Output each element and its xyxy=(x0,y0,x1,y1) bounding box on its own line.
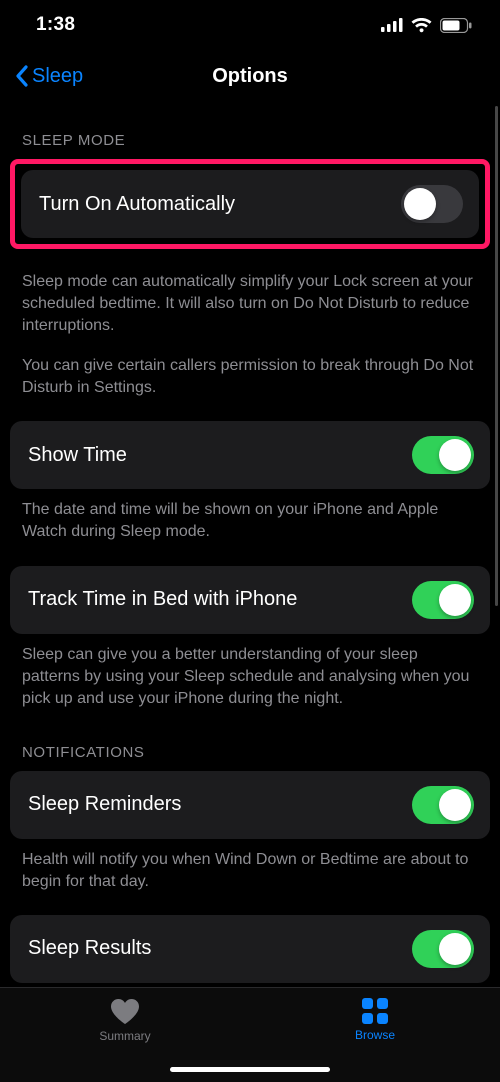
page-title: Options xyxy=(212,65,288,88)
tab-browse[interactable]: Browse xyxy=(250,998,500,1042)
home-indicator[interactable] xyxy=(170,1067,330,1072)
row-label: Sleep Reminders xyxy=(28,793,181,816)
section-header-sleep-mode: SLEEP MODE xyxy=(0,132,500,159)
status-bar: 1:38 xyxy=(0,0,500,50)
row-sleep-results[interactable]: Sleep Results xyxy=(10,915,490,983)
chevron-left-icon xyxy=(14,64,30,88)
highlighted-row-frame: Turn On Automatically xyxy=(10,159,490,249)
caption-text: The date and time will be shown on your … xyxy=(0,489,500,543)
switch-sleep-reminders[interactable] xyxy=(412,786,474,824)
caption-text: Sleep can give you a better understandin… xyxy=(0,634,500,710)
screen: 1:38 xyxy=(0,0,500,1082)
row-label: Sleep Results xyxy=(28,937,151,960)
caption-text: Health will notify you when Wind Down or… xyxy=(0,839,500,893)
row-turn-on-automatically[interactable]: Turn On Automatically xyxy=(21,170,479,238)
caption-text: You can give certain callers permission … xyxy=(0,337,500,399)
cellular-icon xyxy=(381,18,403,32)
tab-summary[interactable]: Summary xyxy=(0,998,250,1043)
content-inner: SLEEP MODE Turn On Automatically Sleep m… xyxy=(0,102,500,987)
switch-track-time-in-bed[interactable] xyxy=(412,581,474,619)
back-button[interactable]: Sleep xyxy=(14,64,83,88)
switch-turn-on-automatically[interactable] xyxy=(401,185,463,223)
row-show-time[interactable]: Show Time xyxy=(10,421,490,489)
row-sleep-reminders[interactable]: Sleep Reminders xyxy=(10,771,490,839)
status-right xyxy=(381,18,472,33)
nav-bar: Sleep Options xyxy=(0,50,500,102)
tab-bar: Summary Browse xyxy=(0,987,500,1082)
scroll-indicator[interactable] xyxy=(495,106,498,606)
row-track-time-in-bed[interactable]: Track Time in Bed with iPhone xyxy=(10,566,490,634)
tab-label: Browse xyxy=(355,1028,395,1042)
switch-show-time[interactable] xyxy=(412,436,474,474)
caption-text: Sleep mode can automatically simplify yo… xyxy=(0,261,500,337)
section-header-notifications: NOTIFICATIONS xyxy=(0,744,500,771)
row-label: Turn On Automatically xyxy=(39,193,235,216)
wifi-icon xyxy=(411,18,432,33)
tab-label: Summary xyxy=(99,1029,150,1043)
row-label: Show Time xyxy=(28,444,127,467)
grid-icon xyxy=(362,998,388,1024)
back-label: Sleep xyxy=(32,65,83,88)
switch-sleep-results[interactable] xyxy=(412,930,474,968)
status-time: 1:38 xyxy=(36,14,75,36)
battery-icon xyxy=(440,18,472,33)
row-label: Track Time in Bed with iPhone xyxy=(28,588,297,611)
heart-icon xyxy=(110,998,140,1025)
content-scroll[interactable]: SLEEP MODE Turn On Automatically Sleep m… xyxy=(0,102,500,987)
